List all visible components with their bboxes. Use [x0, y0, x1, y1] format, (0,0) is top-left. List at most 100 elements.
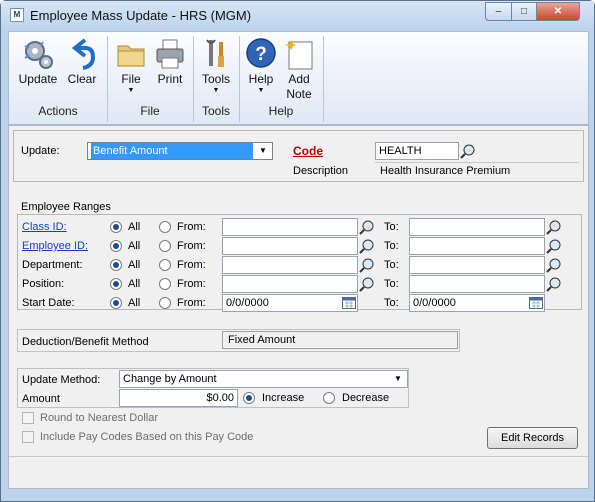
employee-id-to-lookup-icon[interactable] — [546, 238, 562, 254]
code-field[interactable]: HEALTH — [375, 142, 459, 160]
help-menu-button[interactable]: ? Help ▼ — [243, 34, 279, 104]
minimize-button[interactable]: – — [485, 2, 512, 21]
undo-arrow-icon — [65, 36, 99, 72]
to-label: To: — [384, 240, 399, 252]
class-id-from-field[interactable] — [222, 218, 358, 236]
department-to-lookup-icon[interactable] — [546, 257, 562, 273]
method-label: Deduction/Benefit Method — [22, 336, 149, 348]
to-label: To: — [384, 259, 399, 271]
update-method-label: Update Method: — [22, 374, 101, 386]
calendar-icon[interactable] — [529, 297, 543, 309]
include-pay-codes-checkbox[interactable] — [22, 431, 34, 443]
employee-id-to-field[interactable] — [409, 237, 545, 255]
increase-radio[interactable] — [243, 392, 255, 404]
class-id-to-lookup-icon[interactable] — [546, 219, 562, 235]
round-nearest-dollar-label: Round to Nearest Dollar — [40, 412, 159, 424]
update-button[interactable]: Update — [15, 34, 61, 104]
start-date-to-field[interactable]: 0/0/0000 — [409, 294, 545, 312]
to-label: To: — [384, 221, 399, 233]
employee-id-all-radio[interactable] — [110, 240, 122, 252]
employee-id-link[interactable]: Employee ID: — [22, 239, 88, 253]
decrease-radio[interactable] — [323, 392, 335, 404]
chevron-down-icon: ▼ — [394, 374, 402, 383]
employee-id-from-field[interactable] — [222, 237, 358, 255]
position-to-lookup-icon[interactable] — [546, 276, 562, 292]
department-all-radio[interactable] — [110, 259, 122, 271]
add-note-button[interactable]: Add Note — [281, 34, 317, 104]
decrease-label: Decrease — [342, 392, 390, 404]
file-menu-button[interactable]: File ▼ — [113, 34, 149, 104]
tools-menu-button[interactable]: Tools ▼ — [197, 34, 235, 104]
close-button[interactable]: ✕ — [536, 2, 580, 21]
print-button[interactable]: Print — [151, 34, 189, 104]
update-select[interactable]: Benefit Amount ▼ — [87, 142, 273, 160]
position-label: Position: — [22, 278, 65, 290]
increase-label: Increase — [262, 392, 305, 404]
printer-icon — [153, 36, 187, 72]
start-date-from-field[interactable]: 0/0/0000 — [222, 294, 358, 312]
svg-text:?: ? — [255, 44, 267, 65]
file-dropdown-arrow: ▼ — [127, 87, 135, 94]
tools-dropdown-arrow: ▼ — [212, 87, 220, 94]
update-method-select[interactable]: Change by Amount ▼ — [119, 370, 408, 388]
department-from-field[interactable] — [222, 256, 358, 274]
from-label: From: — [177, 278, 206, 290]
class-id-to-field[interactable] — [409, 218, 545, 236]
all-label: All — [128, 297, 141, 309]
employee-ranges-title: Employee Ranges — [21, 201, 111, 213]
start-date-label: Start Date: — [22, 297, 75, 309]
code-link[interactable]: Code — [293, 144, 323, 159]
position-from-lookup-icon[interactable] — [359, 276, 375, 292]
clear-button[interactable]: Clear — [63, 34, 101, 104]
code-lookup-icon[interactable] — [460, 143, 476, 159]
amount-field[interactable]: $0.00 — [119, 389, 238, 407]
app-icon: M — [10, 8, 24, 22]
calendar-icon[interactable] — [342, 297, 356, 309]
ribbon-separator — [323, 36, 324, 122]
description-label: Description — [293, 165, 349, 177]
group-actions-label: Actions — [38, 104, 78, 118]
group-file-label: File — [140, 104, 160, 118]
department-from-lookup-icon[interactable] — [359, 257, 375, 273]
start-date-from-radio[interactable] — [159, 297, 171, 309]
class-id-from-lookup-icon[interactable] — [359, 219, 375, 235]
position-from-radio[interactable] — [159, 278, 171, 290]
class-id-all-radio[interactable] — [110, 221, 122, 233]
department-from-radio[interactable] — [159, 259, 171, 271]
start-date-all-radio[interactable] — [110, 297, 122, 309]
ribbon-toolbar: Update Clear Actions File ▼ Print File T… — [8, 31, 589, 125]
edit-records-button[interactable]: Edit Records — [487, 427, 578, 449]
from-label: From: — [177, 297, 206, 309]
method-value: Fixed Amount — [222, 331, 458, 349]
all-label: All — [128, 259, 141, 271]
include-pay-codes-label: Include Pay Codes Based on this Pay Code — [40, 431, 254, 443]
position-all-radio[interactable] — [110, 278, 122, 290]
update-label: Update: — [21, 145, 60, 157]
employee-id-from-radio[interactable] — [159, 240, 171, 252]
position-from-field[interactable] — [222, 275, 358, 293]
round-nearest-dollar-checkbox[interactable] — [22, 412, 34, 424]
department-label: Department: — [22, 259, 83, 271]
class-id-link[interactable]: Class ID: — [22, 220, 67, 234]
all-label: All — [128, 278, 141, 290]
help-dropdown-arrow: ▼ — [257, 87, 265, 94]
position-to-field[interactable] — [409, 275, 545, 293]
group-help-label: Help — [268, 104, 294, 118]
employee-id-from-lookup-icon[interactable] — [359, 238, 375, 254]
window-title: Employee Mass Update - HRS (MGM) — [30, 8, 252, 23]
employee-mass-update-window: M Employee Mass Update - HRS (MGM) – □ ✕… — [0, 0, 595, 502]
description-value: Health Insurance Premium — [375, 162, 579, 180]
all-label: All — [128, 221, 141, 233]
tools-icon — [199, 36, 233, 72]
to-label: To: — [384, 297, 399, 309]
class-id-from-radio[interactable] — [159, 221, 171, 233]
all-label: All — [128, 240, 141, 252]
from-label: From: — [177, 240, 206, 252]
help-question-icon: ? — [244, 36, 278, 72]
maximize-button[interactable]: □ — [511, 2, 537, 21]
title-bar[interactable]: M Employee Mass Update - HRS (MGM) – □ ✕ — [1, 1, 594, 31]
department-to-field[interactable] — [409, 256, 545, 274]
chevron-down-icon: ▼ — [259, 146, 267, 155]
folder-icon — [114, 36, 148, 72]
to-label: To: — [384, 278, 399, 290]
